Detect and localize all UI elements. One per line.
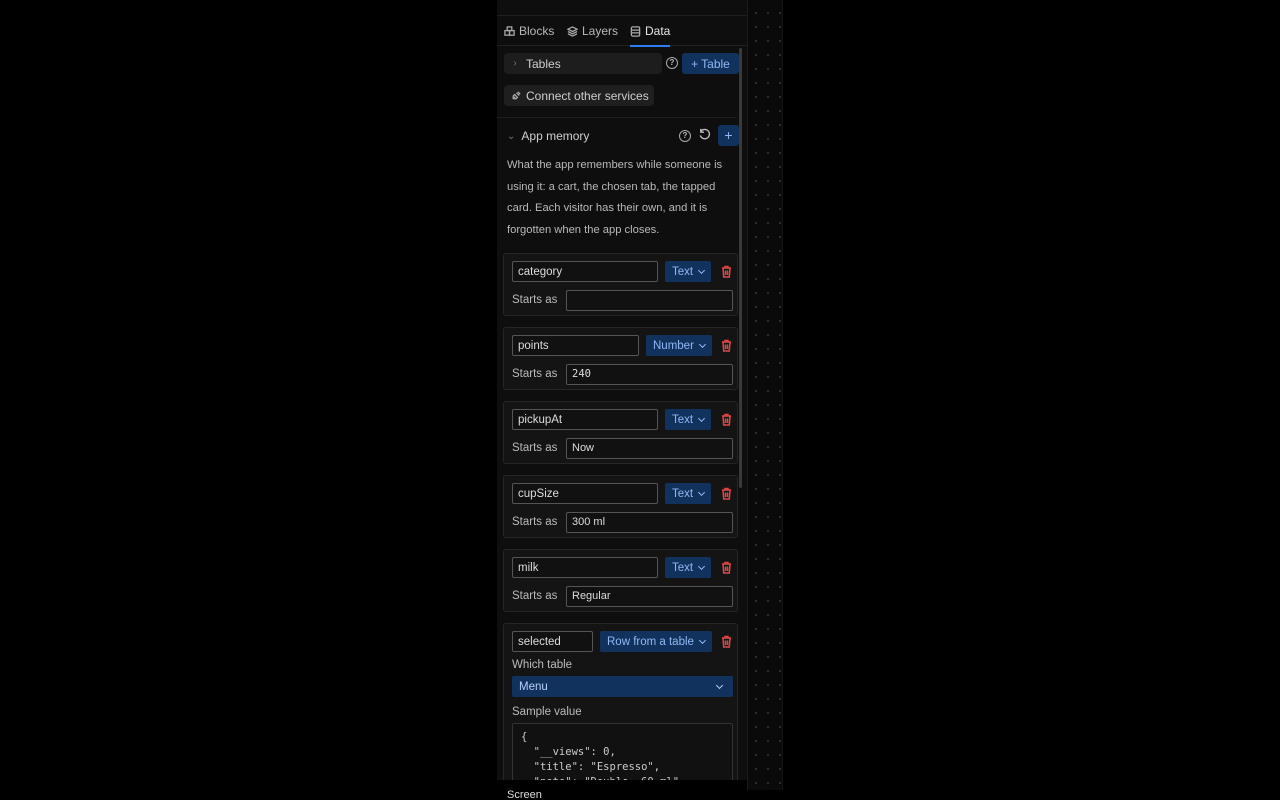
variable-name-input[interactable] [512,261,658,282]
database-icon [630,25,641,37]
add-table-button[interactable]: + Table [682,53,739,74]
variable-type-select[interactable]: Text [665,261,712,282]
variable-name-input[interactable] [512,335,639,356]
variable-name-input[interactable] [512,557,658,578]
variable-type-select[interactable]: Text [665,557,712,578]
trash-icon[interactable] [721,265,732,278]
starts-as-label: Starts as [512,590,558,602]
variable-name-input[interactable] [512,483,658,504]
blocks-icon [504,25,515,36]
starts-as-label: Starts as [512,442,558,454]
variable-type-select[interactable]: Number [646,335,712,356]
chevron-down-icon [715,681,724,689]
canvas-grid[interactable] [747,0,783,790]
variable-name-input[interactable] [512,631,593,652]
tables-section-toggle[interactable]: › Tables [504,53,662,74]
variable-card: Text Starts as 300 ml [503,475,738,538]
chevron-down-icon [698,562,706,570]
starts-as-input[interactable]: 300 ml [566,512,733,533]
chevron-down-icon: ⌄ [507,130,516,142]
screen-section-label: Screen [507,789,542,800]
section-divider [497,117,737,118]
panel-scrollbar[interactable] [739,48,742,488]
starts-as-label: Starts as [512,516,558,528]
trash-icon[interactable] [721,413,732,426]
tab-blocks-label: Blocks [519,24,555,38]
variable-type-label: Text [672,265,694,278]
tab-blocks[interactable]: Blocks [504,16,554,46]
panel-tabs: Blocks Layers Data [497,16,747,47]
app-memory-description: What the app remembers while someone is … [507,159,723,236]
chevron-down-icon [698,488,706,496]
variable-card: Number Starts as 240 [503,327,738,390]
variable-name-input[interactable] [512,409,658,430]
refresh-icon[interactable] [698,128,712,142]
app-memory-title: App memory [521,129,590,143]
trash-icon[interactable] [721,339,732,352]
add-table-label: Table [701,56,730,71]
add-variable-button[interactable]: + [718,125,739,146]
tab-data-label: Data [645,24,671,38]
starts-as-input[interactable]: 240 [566,364,733,385]
tables-label: Tables [526,56,561,71]
starts-as-input[interactable]: Now [566,438,733,459]
layers-icon [567,25,578,37]
row-variable-card: Row from a table Which table Menu Sample… [503,623,738,798]
variable-type-select[interactable]: Text [665,483,712,504]
chevron-down-icon [698,266,706,274]
variable-card: Text Starts as Regular [503,549,738,612]
data-panel: Blocks Layers Data › Tables ? + Table Co… [497,0,747,800]
variable-type-label: Text [672,561,694,574]
starts-as-input[interactable] [566,290,733,311]
trash-icon[interactable] [721,487,732,500]
which-table-select[interactable]: Menu [512,676,733,697]
which-table-label: Which table [512,659,573,671]
trash-icon[interactable] [721,561,732,574]
variable-card: Text Starts as Now [503,401,738,464]
variable-card: Text Starts as [503,253,738,316]
variable-type-label: Row from a table [607,635,694,648]
tab-layers-label: Layers [582,24,619,38]
variable-type-label: Text [672,413,694,426]
starts-as-input[interactable]: Regular [566,586,733,607]
tab-data[interactable]: Data [630,16,671,47]
which-table-value: Menu [519,680,548,693]
variable-type-label: Number [653,339,694,352]
plug-icon [512,91,521,100]
variable-type-select[interactable]: Row from a table [600,631,712,652]
variable-type-label: Text [672,487,694,500]
tab-layers[interactable]: Layers [567,16,618,46]
starts-as-label: Starts as [512,294,558,306]
trash-icon[interactable] [721,635,732,648]
chevron-down-icon [698,414,706,422]
plus-icon: + [691,56,699,71]
memory-help-icon[interactable]: ? [679,130,691,142]
help-icon[interactable]: ? [666,57,678,69]
chevron-down-icon [698,636,706,644]
variable-type-select[interactable]: Text [665,409,712,430]
connect-services-button[interactable]: Connect other services [504,85,654,106]
starts-as-label: Starts as [512,368,558,380]
connect-services-label: Connect other services [526,88,649,103]
chevron-right-icon: › [513,58,517,69]
app-memory-toggle[interactable]: ⌄ App memory [507,126,589,146]
chevron-down-icon [698,340,706,348]
sample-value-label: Sample value [512,706,582,718]
